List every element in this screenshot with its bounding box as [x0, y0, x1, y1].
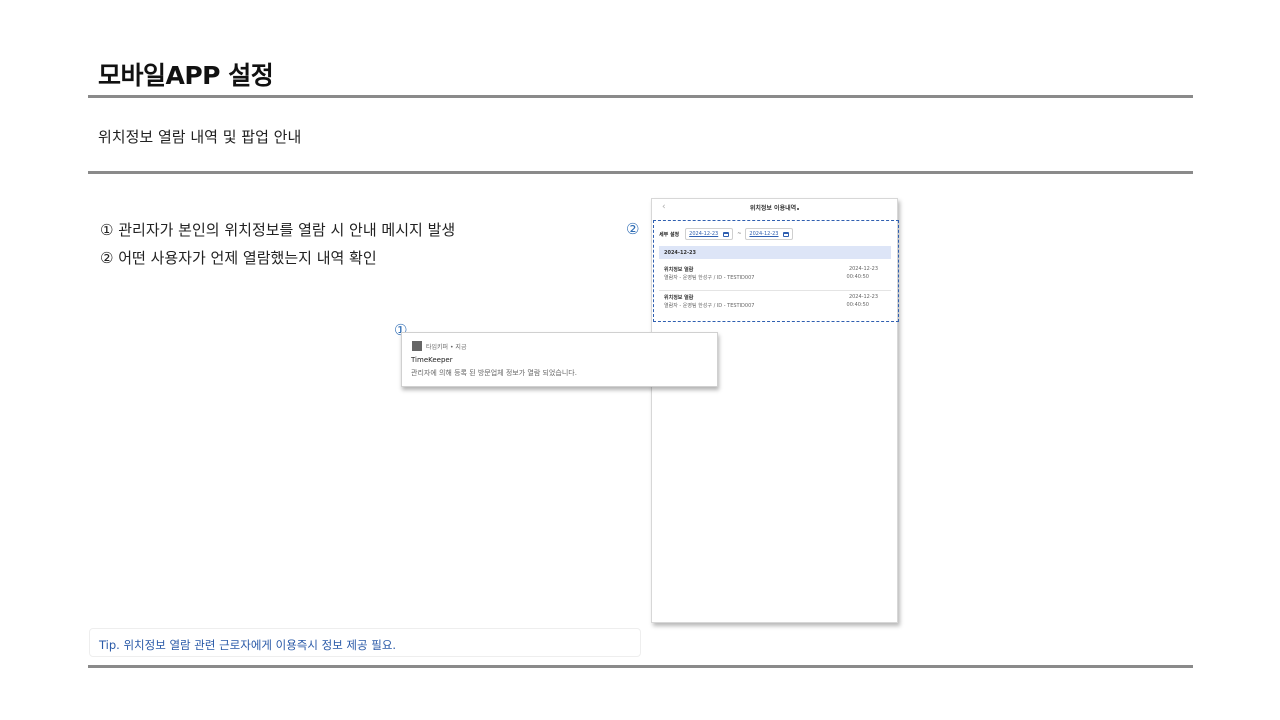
log-date: 2024-12-23	[848, 294, 878, 300]
divider-middle	[88, 171, 1193, 174]
log-time: 00:40:50	[846, 302, 869, 308]
dot-icon	[797, 208, 800, 210]
log-date: 2024-12-23	[848, 266, 878, 272]
calendar-icon	[783, 231, 790, 237]
log-title: 위치정보 열람	[664, 267, 694, 273]
push-notification[interactable]: 타임키퍼 • 지금 TimeKeeper 관리자에 의해 등록 된 방문업체 정…	[401, 332, 718, 387]
description-2: ② 어떤 사용자가 언제 열람했는지 내역 확인	[100, 249, 377, 267]
app-icon	[412, 341, 422, 351]
page-subtitle: 위치정보 열람 내역 및 팝업 안내	[98, 128, 302, 146]
notification-message: 관리자에 의해 등록 된 방문업체 정보가 열람 되었습니다.	[411, 369, 577, 377]
date-to-field[interactable]: 2024-12-23	[745, 228, 794, 240]
date-filter: 세부 설정 2024-12-23 ~ 2024-12-23	[659, 227, 794, 241]
notification-title: TimeKeeper	[411, 356, 453, 364]
date-group-header: 2024-12-23	[659, 246, 891, 259]
marker-two: ②	[626, 220, 640, 238]
calendar-icon	[723, 231, 730, 237]
phone-title: 위치정보 이용내역	[652, 203, 897, 212]
date-separator: ~	[737, 231, 742, 237]
date-from-field[interactable]: 2024-12-23	[685, 228, 734, 240]
log-row[interactable]: 위치정보 열람 열람자 - 운영팀 한성구 / ID - TESTID007 2…	[659, 291, 891, 319]
log-subtitle: 열람자 - 운영팀 한성구 / ID - TESTID007	[664, 303, 755, 309]
filter-label: 세부 설정	[659, 231, 680, 238]
phone-title-text: 위치정보 이용내역	[749, 205, 797, 212]
log-subtitle: 열람자 - 운영팀 한성구 / ID - TESTID007	[664, 275, 755, 281]
description-1: ① 관리자가 본인의 위치정보를 열람 시 안내 메시지 발생	[100, 221, 456, 239]
log-time: 00:40:50	[846, 274, 869, 280]
phone-header: ‹ 위치정보 이용내역	[652, 199, 897, 218]
page-title: 모바일APP 설정	[98, 61, 274, 90]
tip-box: Tip. 위치정보 열람 관련 근로자에게 이용즉시 정보 제공 필요.	[89, 628, 641, 657]
date-to-value: 2024-12-23	[749, 231, 779, 237]
divider-top	[88, 95, 1193, 98]
log-title: 위치정보 열람	[664, 295, 694, 301]
phone-screen: ‹ 위치정보 이용내역 세부 설정 2024-12-23 ~ 2024-12-2…	[651, 198, 899, 623]
notification-app-meta: 타임키퍼 • 지금	[426, 344, 467, 351]
divider-bottom	[88, 665, 1193, 668]
log-row[interactable]: 위치정보 열람 열람자 - 운영팀 한성구 / ID - TESTID007 2…	[659, 263, 891, 291]
date-from-value: 2024-12-23	[689, 231, 719, 237]
